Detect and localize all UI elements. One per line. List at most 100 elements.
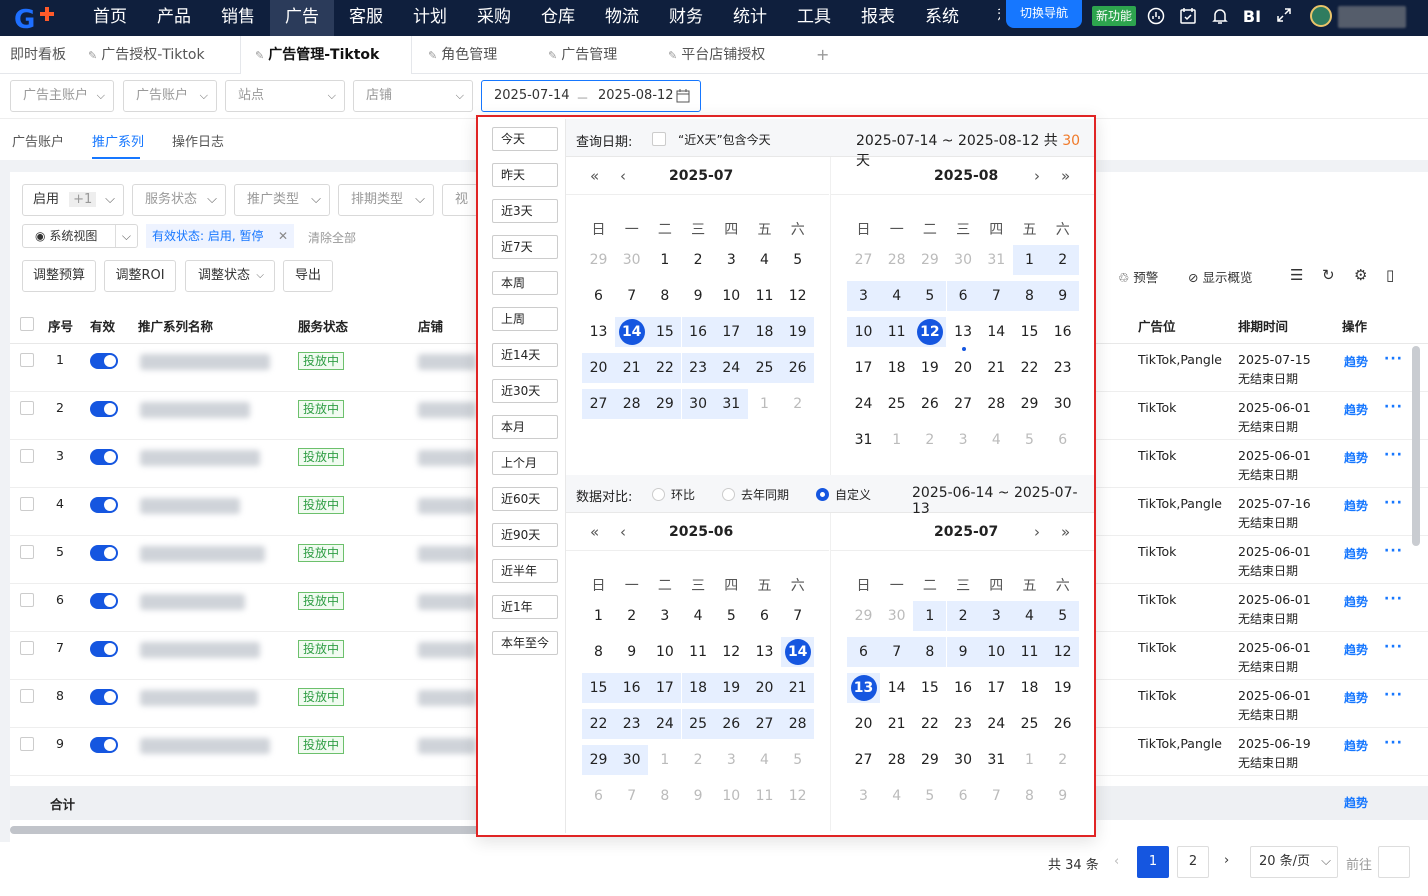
trend-link[interactable]: 趋势 [1344,641,1368,658]
calendar-day[interactable]: 5 [913,781,946,811]
calendar-day[interactable]: 21 [980,353,1013,383]
add-tab-button[interactable]: + [816,36,829,74]
vertical-scrollbar[interactable] [1412,346,1420,546]
pin-icon[interactable]: ✎ [255,37,264,75]
radio-selected-icon[interactable] [816,488,829,501]
calendar-day[interactable]: 22 [648,353,682,383]
calendar-day[interactable]: 28 [781,709,815,739]
calendar-day[interactable]: 4 [748,745,781,775]
calendar-day[interactable]: 20 [847,709,880,739]
calendar-day[interactable]: 20 [748,673,781,703]
calendar-day[interactable]: 30 [1046,389,1079,419]
calendar-day[interactable]: 8 [1013,781,1046,811]
calendar-day[interactable]: 7 [979,281,1013,311]
calendar-day[interactable]: 15 [582,673,615,703]
campaign-name-blurred[interactable] [140,450,260,466]
calendar-day[interactable]: 4 [1013,601,1046,631]
calendar-day[interactable]: 28 [980,389,1013,419]
trend-link[interactable]: 趋势 [1344,449,1368,466]
calendar-day[interactable]: 9 [1046,281,1080,311]
calendar-day[interactable]: 23 [615,709,649,739]
calendar-day[interactable]: 17 [847,353,880,383]
calendar-day[interactable]: 2 [1046,745,1079,775]
enabled-filter[interactable]: 启用 +1 ⌵ [22,184,124,216]
more-icon[interactable]: ··· [1384,351,1403,367]
calendar-day[interactable]: 28 [615,389,649,419]
shortcut-11[interactable]: 近90天 [492,523,558,547]
valid-toggle[interactable] [90,641,118,657]
calendar-day[interactable]: 24 [714,353,748,383]
calendar-day[interactable]: 4 [880,281,914,311]
calendar-day[interactable]: 12 [1046,637,1080,667]
calendar-day[interactable]: 17 [648,673,682,703]
calendar-day[interactable]: 2 [682,245,715,275]
calendar-day[interactable]: 26 [913,389,946,419]
subtab-operation-log[interactable]: 操作日志 [172,131,224,150]
calendar-day[interactable]: 25 [1013,709,1046,739]
calendar-day[interactable]: 9 [946,637,980,667]
calendar-day[interactable]: 18 [880,353,913,383]
calendar-day[interactable]: 1 [1013,745,1046,775]
more-icon[interactable]: ··· [1384,495,1403,511]
shortcut-6[interactable]: 近14天 [492,343,558,367]
more-icon[interactable]: ··· [1384,639,1403,655]
date-range-picker[interactable]: 2025-07-14 － 2025-08-12 [481,80,701,112]
trend-link[interactable]: 趋势 [1344,593,1368,610]
calendar-day[interactable]: 19 [913,353,946,383]
shortcut-14[interactable]: 本年至今 [492,631,558,655]
calendar-day[interactable]: 24 [648,709,682,739]
calendar-day[interactable]: 30 [615,745,649,775]
calendar-day[interactable]: 2 [682,745,715,775]
calendar-day[interactable]: 26 [714,709,748,739]
calendar-day[interactable]: 21 [615,353,649,383]
shortcut-3[interactable]: 近7天 [492,235,558,259]
campaign-name-blurred[interactable] [140,594,245,610]
calendar-day[interactable]: 1 [880,425,913,455]
switch-nav-button[interactable]: 切换导航 [1006,0,1082,28]
calendar-day[interactable]: 7 [615,281,648,311]
calendar-day[interactable]: 11 [1013,637,1046,667]
advertiser-main-select[interactable]: 广告主账户 ⌵ [10,80,114,112]
adjust-roi-button[interactable]: 调整ROI [104,260,176,292]
next-year-icon[interactable]: » [1061,157,1070,195]
promo-type-filter[interactable]: 推广类型 ⌵ [234,184,330,216]
calendar-day[interactable]: 7 [980,781,1013,811]
calendar-day[interactable]: 7 [880,637,914,667]
calendar-day[interactable]: 18 [748,317,781,347]
calendar-day[interactable]: 2 [913,425,946,455]
compare-option-yoy[interactable]: 去年同期 [722,486,789,503]
calendar-day[interactable]: 4 [748,245,781,275]
calendar-day[interactable]: 29 [582,245,615,275]
trend-link[interactable]: 趋势 [1344,545,1368,562]
calendar-day[interactable]: 31 [847,425,880,455]
adjust-status-button[interactable]: 调整状态 ⌵ [185,260,275,292]
row-checkbox[interactable] [20,641,34,655]
shortcut-8[interactable]: 本月 [492,415,558,439]
nav-item-7[interactable]: 仓库 [526,0,590,36]
calendar-day[interactable]: 5 [913,281,947,311]
site-select[interactable]: 站点 ⌵ [225,80,345,112]
valid-toggle[interactable] [90,689,118,705]
calendar-day[interactable]: 2 [781,389,814,419]
nav-item-10[interactable]: 统计 [718,0,782,36]
calendar-day[interactable]: 21 [880,709,913,739]
calendar-day[interactable]: 6 [946,281,980,311]
radio-icon[interactable] [652,488,665,501]
nav-item-5[interactable]: 计划 [398,0,462,36]
nav-item-0[interactable]: 首页 [78,0,142,36]
calendar-day[interactable]: 30 [681,389,715,419]
radio-icon[interactable] [722,488,735,501]
calendar-day[interactable]: 29 [847,601,880,631]
more-icon[interactable]: ··· [1384,735,1403,751]
calendar-day[interactable]: 20 [582,353,615,383]
page-1[interactable]: 1 [1137,846,1169,878]
select-all-checkbox[interactable] [20,317,34,331]
calendar-day[interactable]: 5 [781,245,814,275]
calendar-day[interactable]: 23 [681,353,715,383]
shortcut-10[interactable]: 近60天 [492,487,558,511]
tab-ad-manage[interactable]: ✎ 广告管理 [548,36,617,74]
calendar-day[interactable]: 13 [847,673,880,703]
gear-icon[interactable]: ⚙ [1354,266,1367,284]
service-status-filter[interactable]: 服务状态 ⌵ [132,184,226,216]
nav-item-13[interactable]: 系统 [910,0,974,36]
